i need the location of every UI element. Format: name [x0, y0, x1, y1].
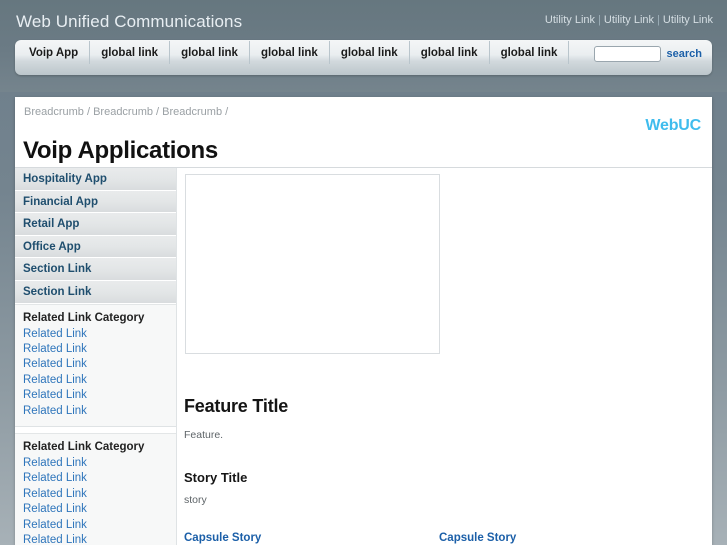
related-link-2-1[interactable]: Related Link	[15, 456, 176, 471]
related-link-1-3[interactable]: Related Link	[15, 357, 176, 372]
search-input[interactable]	[593, 46, 661, 62]
related-link-1-5[interactable]: Related Link	[15, 388, 176, 403]
global-nav-item-3[interactable]: global link	[170, 40, 250, 64]
content-card: Breadcrumb / Breadcrumb / Breadcrumb / V…	[15, 97, 712, 545]
sidebar-item-office-app[interactable]: Office App	[15, 235, 176, 259]
global-nav-item-2[interactable]: global link	[90, 40, 171, 64]
sidebar-item-section-link-1[interactable]: Section Link	[15, 258, 176, 281]
related-link-2-3[interactable]: Related Link	[15, 487, 176, 502]
sidebar-item-section-link-2[interactable]: Section Link	[15, 280, 176, 304]
sidebar: Hospitality App Financial App Retail App…	[15, 168, 177, 545]
card-header: Breadcrumb / Breadcrumb / Breadcrumb / V…	[15, 97, 712, 168]
related-links-category-title-1: Related Link Category	[23, 311, 145, 324]
sidebar-item-retail-app[interactable]: Retail App	[15, 213, 176, 236]
main-content: Feature Title Feature. Story Title story…	[177, 168, 712, 545]
feature-body-text: Feature.	[184, 428, 224, 441]
related-links-block-2: Related Link Category Related Link Relat…	[15, 433, 176, 545]
global-nav-item-7[interactable]: global link	[490, 40, 570, 64]
page-root: Web Unified Communications Utility Link |…	[0, 0, 727, 545]
card-body: Hospitality App Financial App Retail App…	[15, 168, 712, 545]
story-title: Story Title	[184, 470, 248, 485]
related-link-2-6[interactable]: Related Link	[15, 533, 176, 545]
sidebar-nav: Hospitality App Financial App Retail App…	[15, 168, 176, 304]
global-nav-item-6[interactable]: global link	[410, 40, 490, 64]
utility-link-2[interactable]: Utility Link	[604, 14, 654, 26]
related-link-1-1[interactable]: Related Link	[15, 327, 176, 342]
utility-link-3[interactable]: Utility Link	[663, 14, 713, 26]
global-nav-item-4[interactable]: global link	[250, 40, 330, 64]
related-link-1-4[interactable]: Related Link	[15, 373, 176, 388]
feature-image-placeholder	[185, 174, 440, 354]
search-button[interactable]: search	[667, 48, 702, 60]
feature-title: Feature Title	[184, 395, 289, 416]
page-title: Voip Applications	[23, 137, 218, 165]
related-link-1-2[interactable]: Related Link	[15, 342, 176, 357]
capsule-story-link-1[interactable]: Capsule Story	[184, 532, 261, 544]
site-title: Web Unified Communications	[16, 12, 243, 31]
related-links-block-1: Related Link Category Related Link Relat…	[15, 303, 176, 427]
related-link-2-2[interactable]: Related Link	[15, 471, 176, 486]
top-header-band: Web Unified Communications Utility Link |…	[0, 0, 727, 92]
utility-link-separator-1: |	[598, 14, 601, 26]
capsule-story-link-2[interactable]: Capsule Story	[439, 532, 516, 544]
global-nav-item-voip-app[interactable]: Voip App	[15, 40, 91, 64]
global-nav-bar: Voip App global link global link global …	[15, 40, 712, 75]
utility-link-1[interactable]: Utility Link	[545, 14, 595, 26]
related-link-2-5[interactable]: Related Link	[15, 518, 176, 533]
related-links-category-title-2: Related Link Category	[23, 441, 145, 453]
breadcrumb[interactable]: Breadcrumb / Breadcrumb / Breadcrumb /	[24, 106, 228, 118]
search-box: search	[593, 46, 702, 62]
utility-link-separator-2: |	[657, 14, 660, 26]
story-body-text: story	[184, 493, 207, 506]
global-nav-item-5[interactable]: global link	[330, 40, 410, 64]
sidebar-item-financial-app[interactable]: Financial App	[15, 190, 176, 214]
sidebar-item-hospitality-app[interactable]: Hospitality App	[15, 168, 176, 191]
related-link-1-6[interactable]: Related Link	[15, 404, 176, 419]
brand-logo: WebUC	[645, 117, 701, 134]
global-nav-items: Voip App global link global link global …	[15, 40, 570, 64]
utility-links: Utility Link | Utility Link | Utility Link	[545, 14, 713, 26]
related-link-2-4[interactable]: Related Link	[15, 502, 176, 517]
